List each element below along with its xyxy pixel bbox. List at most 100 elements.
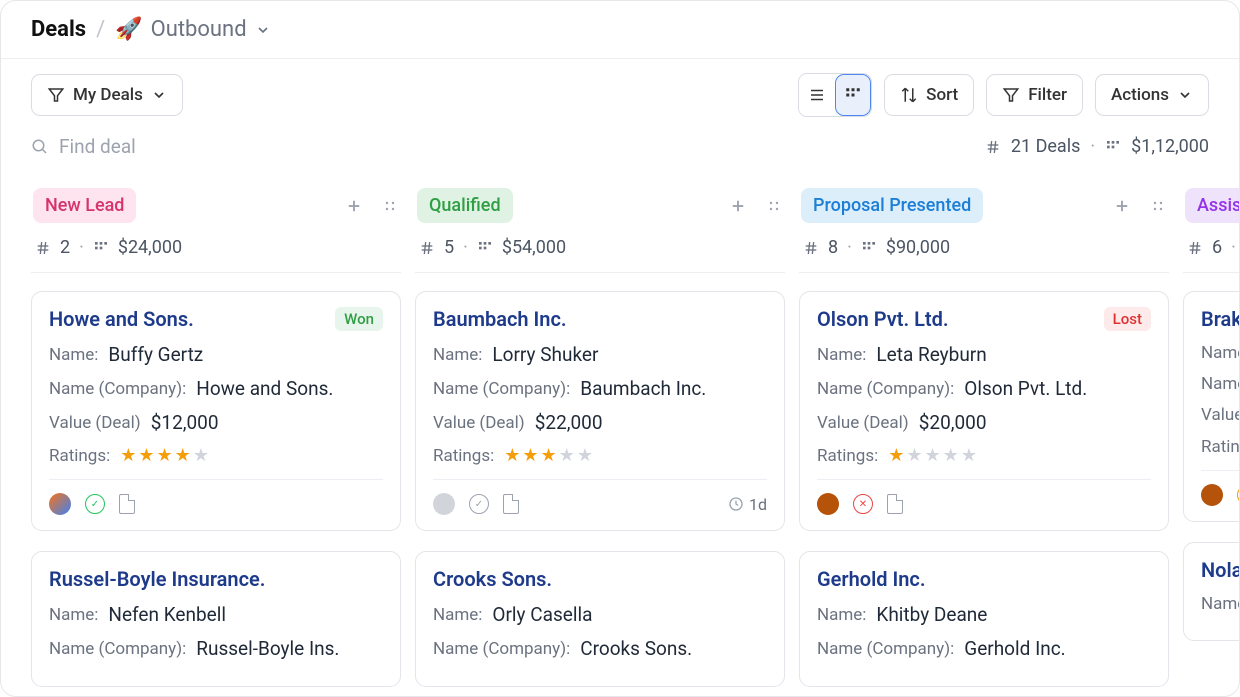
deal-card[interactable]: Gerhold Inc. Name: Khitby Deane Name (Co… bbox=[799, 551, 1169, 687]
field-label: Value (Deal) bbox=[433, 413, 525, 433]
document-icon[interactable] bbox=[119, 494, 135, 514]
drag-handle-icon[interactable] bbox=[765, 197, 783, 215]
deal-title[interactable]: Crooks Sons. bbox=[433, 567, 552, 591]
plus-icon[interactable] bbox=[1113, 197, 1131, 215]
card-field: Name: Buffy Gertz bbox=[49, 343, 383, 366]
field-value: Buffy Gertz bbox=[108, 343, 203, 366]
avatar[interactable] bbox=[1201, 484, 1223, 506]
actions-dropdown[interactable]: Actions bbox=[1095, 74, 1209, 116]
field-value: Russel-Boyle Ins. bbox=[196, 637, 339, 660]
filter-button[interactable]: Filter bbox=[986, 74, 1083, 116]
field-value: Howe and Sons. bbox=[196, 377, 333, 400]
kanban-column: Qualified 5 · $54,000 Baumbach Inc. Name… bbox=[415, 182, 785, 680]
deal-card[interactable]: Nolan Name: bbox=[1183, 542, 1239, 641]
filter-icon bbox=[47, 86, 65, 104]
column-total: $90,000 bbox=[886, 237, 950, 258]
status-circle-icon[interactable]: ✓ bbox=[469, 494, 489, 514]
column-title[interactable]: Qualified bbox=[417, 188, 513, 223]
column-title[interactable]: Proposal Presented bbox=[801, 188, 983, 223]
hash-icon bbox=[985, 139, 1001, 155]
document-icon[interactable] bbox=[887, 494, 903, 514]
field-value: $20,000 bbox=[919, 411, 987, 434]
deal-title[interactable]: Nolan bbox=[1201, 558, 1239, 582]
kanban-column: Proposal Presented 8 · $90,000 Olson Pvt… bbox=[799, 182, 1169, 680]
field-value: Khitby Deane bbox=[876, 603, 987, 626]
deal-title[interactable]: Gerhold Inc. bbox=[817, 567, 926, 591]
hash-icon bbox=[1187, 240, 1203, 256]
kanban-icon bbox=[861, 240, 877, 256]
avatar[interactable] bbox=[817, 493, 839, 515]
plus-icon[interactable] bbox=[345, 197, 363, 215]
actions-label: Actions bbox=[1111, 85, 1169, 105]
card-field: Name (Company): Crooks Sons. bbox=[433, 637, 767, 660]
avatar[interactable] bbox=[433, 493, 455, 515]
star-icon: ★ bbox=[925, 445, 941, 466]
column-title[interactable]: Assist bbox=[1185, 188, 1239, 223]
status-badge: Lost bbox=[1104, 307, 1151, 331]
filter-icon bbox=[1002, 86, 1020, 104]
avatar[interactable] bbox=[49, 493, 71, 515]
list-icon bbox=[808, 86, 826, 104]
field-label: Name: bbox=[1201, 594, 1239, 614]
deal-card[interactable]: Braku Name: Name Value Rating ★★★★★ ✓ bbox=[1183, 291, 1239, 522]
card-field: Name: Lorry Shuker bbox=[433, 343, 767, 366]
sort-label: Sort bbox=[926, 85, 958, 105]
deal-card[interactable]: Russel-Boyle Insurance. Name: Nefen Kenb… bbox=[31, 551, 401, 687]
column-total: $54,000 bbox=[502, 237, 566, 258]
view-toggle bbox=[798, 73, 872, 117]
star-icon: ★ bbox=[193, 445, 209, 466]
status-circle-icon[interactable]: ✕ bbox=[853, 494, 873, 514]
ratings-label: Ratings: bbox=[817, 446, 878, 466]
star-icon: ★ bbox=[577, 445, 593, 466]
deal-title[interactable]: Olson Pvt. Ltd. bbox=[817, 307, 949, 331]
card-field: Name: Khitby Deane bbox=[817, 603, 1151, 626]
field-label: Value (Deal) bbox=[817, 413, 909, 433]
breadcrumb-separator: / bbox=[96, 17, 105, 42]
sort-button[interactable]: Sort bbox=[884, 74, 974, 116]
document-icon[interactable] bbox=[503, 494, 519, 514]
search-wrapper bbox=[31, 135, 299, 158]
deal-title[interactable]: Russel-Boyle Insurance. bbox=[49, 567, 265, 591]
ratings-row: Ratings: ★★★★★ bbox=[433, 445, 767, 466]
hash-icon bbox=[35, 240, 51, 256]
kanban-icon bbox=[93, 240, 109, 256]
field-value: Nefen Kenbell bbox=[108, 603, 226, 626]
deal-card[interactable]: Crooks Sons. Name: Orly Casella Name (Co… bbox=[415, 551, 785, 687]
deal-card[interactable]: Howe and Sons. Won Name: Buffy Gertz Nam… bbox=[31, 291, 401, 531]
card-field: Name: Leta Reyburn bbox=[817, 343, 1151, 366]
star-icon: ★ bbox=[888, 445, 904, 466]
field-label: Name: bbox=[49, 345, 98, 365]
kanban-icon bbox=[844, 86, 862, 104]
deal-title[interactable]: Baumbach Inc. bbox=[433, 307, 567, 331]
kanban-view-button[interactable] bbox=[835, 74, 871, 116]
page-title: Deals bbox=[31, 17, 86, 42]
status-circle-icon[interactable]: ✓ bbox=[1237, 485, 1239, 505]
hash-icon bbox=[803, 240, 819, 256]
field-label: Name: bbox=[433, 345, 482, 365]
list-view-button[interactable] bbox=[799, 74, 835, 116]
deal-card[interactable]: Olson Pvt. Ltd. Lost Name: Leta Reyburn … bbox=[799, 291, 1169, 531]
column-header: Proposal Presented bbox=[799, 182, 1169, 229]
column-title[interactable]: New Lead bbox=[33, 188, 136, 223]
drag-handle-icon[interactable] bbox=[1149, 197, 1167, 215]
filter-label: Filter bbox=[1028, 85, 1067, 105]
status-circle-icon[interactable]: ✓ bbox=[85, 494, 105, 514]
column-count: 5 bbox=[444, 237, 454, 258]
card-field: Name bbox=[1201, 374, 1239, 394]
chevron-down-icon bbox=[255, 22, 271, 38]
column-meta: 5 · $54,000 bbox=[415, 229, 785, 273]
my-deals-dropdown[interactable]: My Deals bbox=[31, 74, 183, 116]
deal-title[interactable]: Howe and Sons. bbox=[49, 307, 194, 331]
search-input[interactable] bbox=[59, 135, 299, 158]
drag-handle-icon[interactable] bbox=[381, 197, 399, 215]
field-label: Name (Company): bbox=[433, 639, 570, 659]
card-footer: ✓ 1d bbox=[433, 479, 767, 515]
sort-icon bbox=[900, 86, 918, 104]
deal-card[interactable]: Baumbach Inc. Name: Lorry Shuker Name (C… bbox=[415, 291, 785, 531]
deal-title[interactable]: Braku bbox=[1201, 307, 1239, 331]
kanban-board: New Lead 2 · $24,000 Howe and Sons. Won … bbox=[1, 166, 1239, 696]
pipeline-dropdown[interactable]: 🚀 Outbound bbox=[115, 17, 270, 42]
kanban-column: New Lead 2 · $24,000 Howe and Sons. Won … bbox=[31, 182, 401, 680]
field-label: Name: bbox=[49, 605, 98, 625]
plus-icon[interactable] bbox=[729, 197, 747, 215]
